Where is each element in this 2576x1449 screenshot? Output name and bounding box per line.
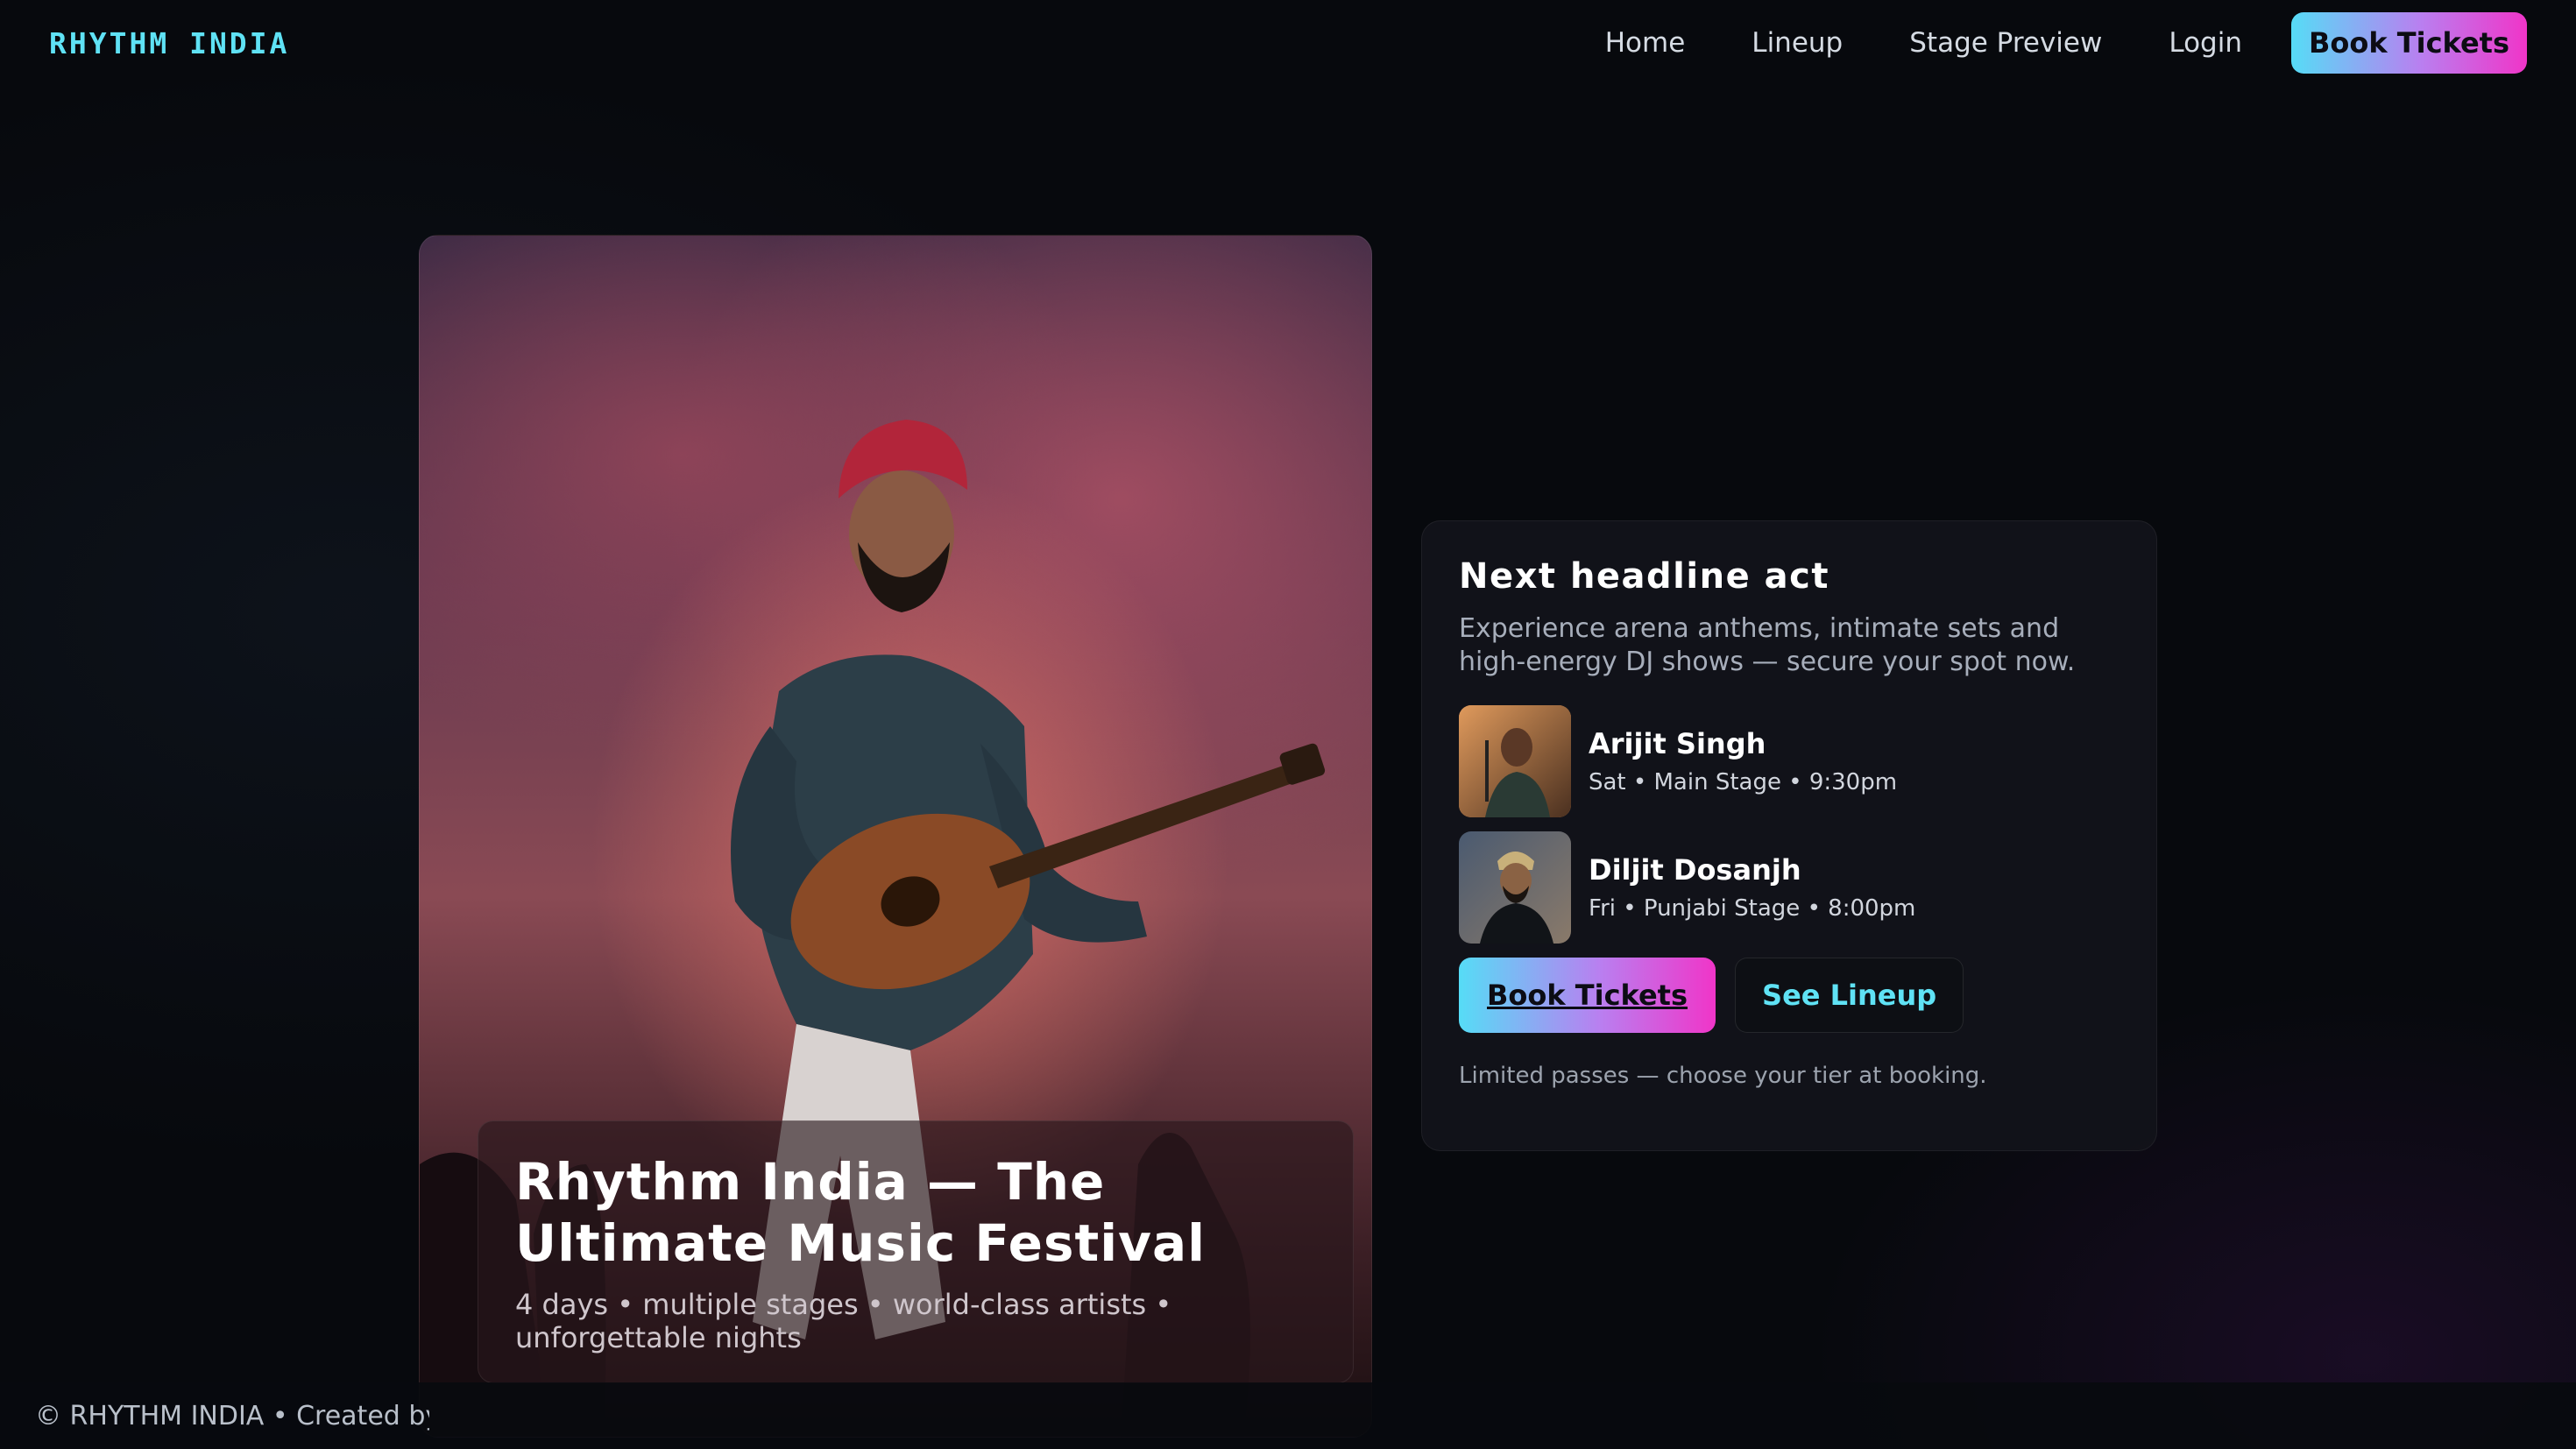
nav-book-tickets-button[interactable]: Book Tickets <box>2290 12 2527 74</box>
act-name: Diljit Dosanjh <box>1589 853 1801 887</box>
act-name: Arijit Singh <box>1589 727 1766 760</box>
nav-links: Home Lineup Stage Preview Login Book Tic… <box>1539 12 2527 74</box>
act-item[interactable]: Arijit Singh Sat • Main Stage • 9:30pm <box>1459 705 2120 817</box>
act-item[interactable]: Diljit Dosanjh Fri • Punjabi Stage • 8:0… <box>1459 831 2120 944</box>
act-schedule: Fri • Punjabi Stage • 8:00pm <box>1589 895 1916 922</box>
hero-card: Rhythm India — The Ultimate Music Festiv… <box>419 235 1372 1438</box>
nav-link-stage-preview[interactable]: Stage Preview <box>1909 27 2102 59</box>
footer-credit: © RHYTHM INDIA • Created by <box>35 1400 429 1431</box>
nav-link-home[interactable]: Home <box>1605 27 1686 59</box>
hero-subtitle: 4 days • multiple stages • world-class a… <box>515 1288 1172 1354</box>
card-actions: Book Tickets See Lineup <box>1459 958 2120 1033</box>
card-description: Experience arena anthems, intimate sets … <box>1459 613 2076 677</box>
see-lineup-button[interactable]: See Lineup <box>1735 958 1964 1033</box>
book-tickets-button[interactable]: Book Tickets <box>1459 958 1716 1033</box>
act-schedule: Sat • Main Stage • 9:30pm <box>1589 769 1898 795</box>
headline-act-card: Next headline act Experience arena anthe… <box>1421 520 2157 1151</box>
brand-logo[interactable]: RHYTHM INDIA <box>49 26 289 60</box>
hero-text-panel: Rhythm India — The Ultimate Music Festiv… <box>478 1120 1354 1383</box>
nav-link-lineup[interactable]: Lineup <box>1752 27 1843 59</box>
nav-link-login[interactable]: Login <box>2169 27 2242 59</box>
act-avatar <box>1459 705 1571 817</box>
act-avatar <box>1459 831 1571 944</box>
footer: © RHYTHM INDIA • Created by <box>0 1382 2576 1449</box>
hero-title: Rhythm India — The Ultimate Music Festiv… <box>515 1152 1206 1273</box>
acts-list: Arijit Singh Sat • Main Stage • 9:30pm D… <box>1459 705 2120 944</box>
booking-note: Limited passes — choose your tier at boo… <box>1459 1063 1987 1089</box>
card-title: Next headline act <box>1459 556 1829 597</box>
top-nav: RHYTHM INDIA Home Lineup Stage Preview L… <box>0 0 2576 86</box>
